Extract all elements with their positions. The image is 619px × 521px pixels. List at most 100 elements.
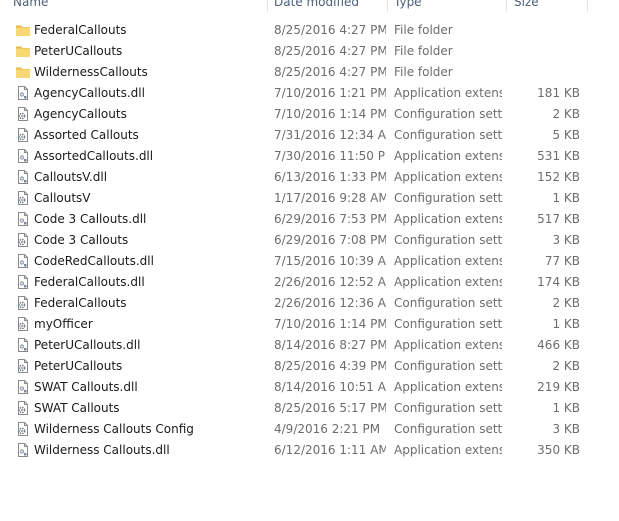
file-size: 181 KB — [537, 86, 580, 100]
folder-icon — [15, 43, 31, 59]
file-size: 2 KB — [552, 107, 580, 121]
column-divider[interactable] — [587, 0, 588, 12]
column-header-date-modified[interactable]: Date modified — [274, 0, 359, 12]
dll-file-icon — [15, 274, 31, 290]
file-list-item[interactable]: Assorted Callouts 7/31/2016 12:34 AM Con… — [0, 125, 619, 146]
file-date-modified: 8/25/2016 4:27 PM — [274, 44, 386, 58]
file-type: Configuration sett... — [394, 233, 502, 247]
file-date-modified: 8/14/2016 10:51 AM — [274, 380, 386, 394]
file-list-item[interactable]: FederalCallouts 8/25/2016 4:27 PM File f… — [0, 20, 619, 41]
file-name: FederalCallouts.dll — [34, 275, 145, 289]
column-header-name[interactable]: Name — [13, 0, 48, 12]
file-list-item[interactable]: WildernessCallouts 8/25/2016 4:27 PM Fil… — [0, 62, 619, 83]
file-type: Application extens... — [394, 443, 502, 457]
file-name: Code 3 Callouts — [34, 233, 129, 247]
file-list-item[interactable]: AgencyCallouts 7/10/2016 1:14 PM Configu… — [0, 104, 619, 125]
file-list-item[interactable]: SWAT Callouts 8/25/2016 5:17 PM Configur… — [0, 398, 619, 419]
file-date-modified: 8/25/2016 5:17 PM — [274, 401, 386, 415]
file-name: CalloutsV — [34, 191, 91, 205]
file-size — [510, 20, 580, 41]
file-list-item[interactable]: Wilderness Callouts Config 4/9/2016 2:21… — [0, 419, 619, 440]
file-name: AgencyCallouts.dll — [34, 86, 145, 100]
file-size: 1 KB — [552, 191, 580, 205]
file-type: Configuration sett... — [394, 107, 502, 121]
file-type: File folder — [394, 44, 453, 58]
file-name: AgencyCallouts — [34, 107, 127, 121]
column-divider[interactable] — [506, 0, 507, 12]
file-date-modified: 2/26/2016 12:36 AM — [274, 296, 386, 310]
dll-file-icon — [15, 85, 31, 101]
file-type: Configuration sett... — [394, 296, 502, 310]
file-list-item[interactable]: CodeRedCallouts.dll 7/15/2016 10:39 AM A… — [0, 251, 619, 272]
column-header-bar: Name Date modified Type Size — [0, 0, 619, 12]
file-type: File folder — [394, 23, 453, 37]
file-name: AssortedCallouts.dll — [34, 149, 154, 163]
file-size — [510, 41, 580, 62]
file-size: 350 KB — [537, 443, 580, 457]
file-date-modified: 7/31/2016 12:34 AM — [274, 128, 386, 142]
file-list-item[interactable]: PeterUCallouts.dll 8/14/2016 8:27 PM App… — [0, 335, 619, 356]
file-list-item[interactable]: FederalCallouts 2/26/2016 12:36 AM Confi… — [0, 293, 619, 314]
column-divider[interactable] — [267, 0, 268, 12]
file-list-item[interactable]: Wilderness Callouts.dll 6/12/2016 1:11 A… — [0, 440, 619, 461]
file-list-item[interactable]: Code 3 Callouts.dll 6/29/2016 7:53 PM Ap… — [0, 209, 619, 230]
config-file-icon — [15, 190, 31, 206]
file-name: SWAT Callouts.dll — [34, 380, 138, 394]
file-list-item[interactable]: CalloutsV 1/17/2016 9:28 AM Configuratio… — [0, 188, 619, 209]
file-type: Application extens... — [394, 170, 502, 184]
file-size: 5 KB — [552, 128, 580, 142]
file-date-modified: 7/15/2016 10:39 AM — [274, 254, 386, 268]
file-size: 174 KB — [537, 275, 580, 289]
file-size: 3 KB — [552, 422, 580, 436]
file-date-modified: 7/10/2016 1:14 PM — [274, 317, 386, 331]
column-divider[interactable] — [387, 0, 388, 12]
file-name: FederalCallouts — [34, 23, 127, 37]
dll-file-icon — [15, 148, 31, 164]
file-date-modified: 6/29/2016 7:08 PM — [274, 233, 386, 247]
file-name: Code 3 Callouts.dll — [34, 212, 147, 226]
column-header-type[interactable]: Type — [394, 0, 422, 12]
file-type: Application extens... — [394, 338, 502, 352]
file-type: Configuration sett... — [394, 191, 502, 205]
file-size: 3 KB — [552, 233, 580, 247]
file-list-item[interactable]: PeterUCallouts 8/25/2016 4:39 PM Configu… — [0, 356, 619, 377]
file-type: Application extens... — [394, 86, 502, 100]
file-list-item[interactable]: PeterUCallouts 8/25/2016 4:27 PM File fo… — [0, 41, 619, 62]
dll-file-icon — [15, 337, 31, 353]
file-size: 77 KB — [544, 254, 580, 268]
file-list-item[interactable]: AgencyCallouts.dll 7/10/2016 1:21 PM App… — [0, 83, 619, 104]
file-list-item[interactable]: CalloutsV.dll 6/13/2016 1:33 PM Applicat… — [0, 167, 619, 188]
file-name: Assorted Callouts — [34, 128, 139, 142]
file-date-modified: 6/29/2016 7:53 PM — [274, 212, 386, 226]
file-name: myOfficer — [34, 317, 93, 331]
file-list-item[interactable]: AssortedCallouts.dll 7/30/2016 11:50 PM … — [0, 146, 619, 167]
file-type: Configuration sett... — [394, 128, 502, 142]
dll-file-icon — [15, 211, 31, 227]
file-list: FederalCallouts 8/25/2016 4:27 PM File f… — [0, 20, 619, 461]
file-type: Application extens... — [394, 212, 502, 226]
file-size: 219 KB — [537, 380, 580, 394]
column-header-size[interactable]: Size — [514, 0, 539, 12]
file-name: Wilderness Callouts Config — [34, 422, 194, 436]
file-name: PeterUCallouts — [34, 44, 123, 58]
file-size: 2 KB — [552, 296, 580, 310]
file-list-item[interactable]: SWAT Callouts.dll 8/14/2016 10:51 AM App… — [0, 377, 619, 398]
file-type: Configuration sett... — [394, 401, 502, 415]
file-date-modified: 8/25/2016 4:27 PM — [274, 23, 386, 37]
file-list-item[interactable]: Code 3 Callouts 6/29/2016 7:08 PM Config… — [0, 230, 619, 251]
config-file-icon — [15, 106, 31, 122]
file-size: 517 KB — [537, 212, 580, 226]
dll-file-icon — [15, 379, 31, 395]
file-list-item[interactable]: myOfficer 7/10/2016 1:14 PM Configuratio… — [0, 314, 619, 335]
file-type: File folder — [394, 65, 453, 79]
file-date-modified: 8/25/2016 4:39 PM — [274, 359, 386, 373]
config-file-icon — [15, 127, 31, 143]
file-type: Application extens... — [394, 254, 502, 268]
file-name: CodeRedCallouts.dll — [34, 254, 154, 268]
file-date-modified: 7/30/2016 11:50 PM — [274, 149, 386, 163]
config-file-icon — [15, 358, 31, 374]
folder-icon — [15, 64, 31, 80]
file-name: SWAT Callouts — [34, 401, 120, 415]
file-size — [510, 62, 580, 83]
file-list-item[interactable]: FederalCallouts.dll 2/26/2016 12:52 AM A… — [0, 272, 619, 293]
